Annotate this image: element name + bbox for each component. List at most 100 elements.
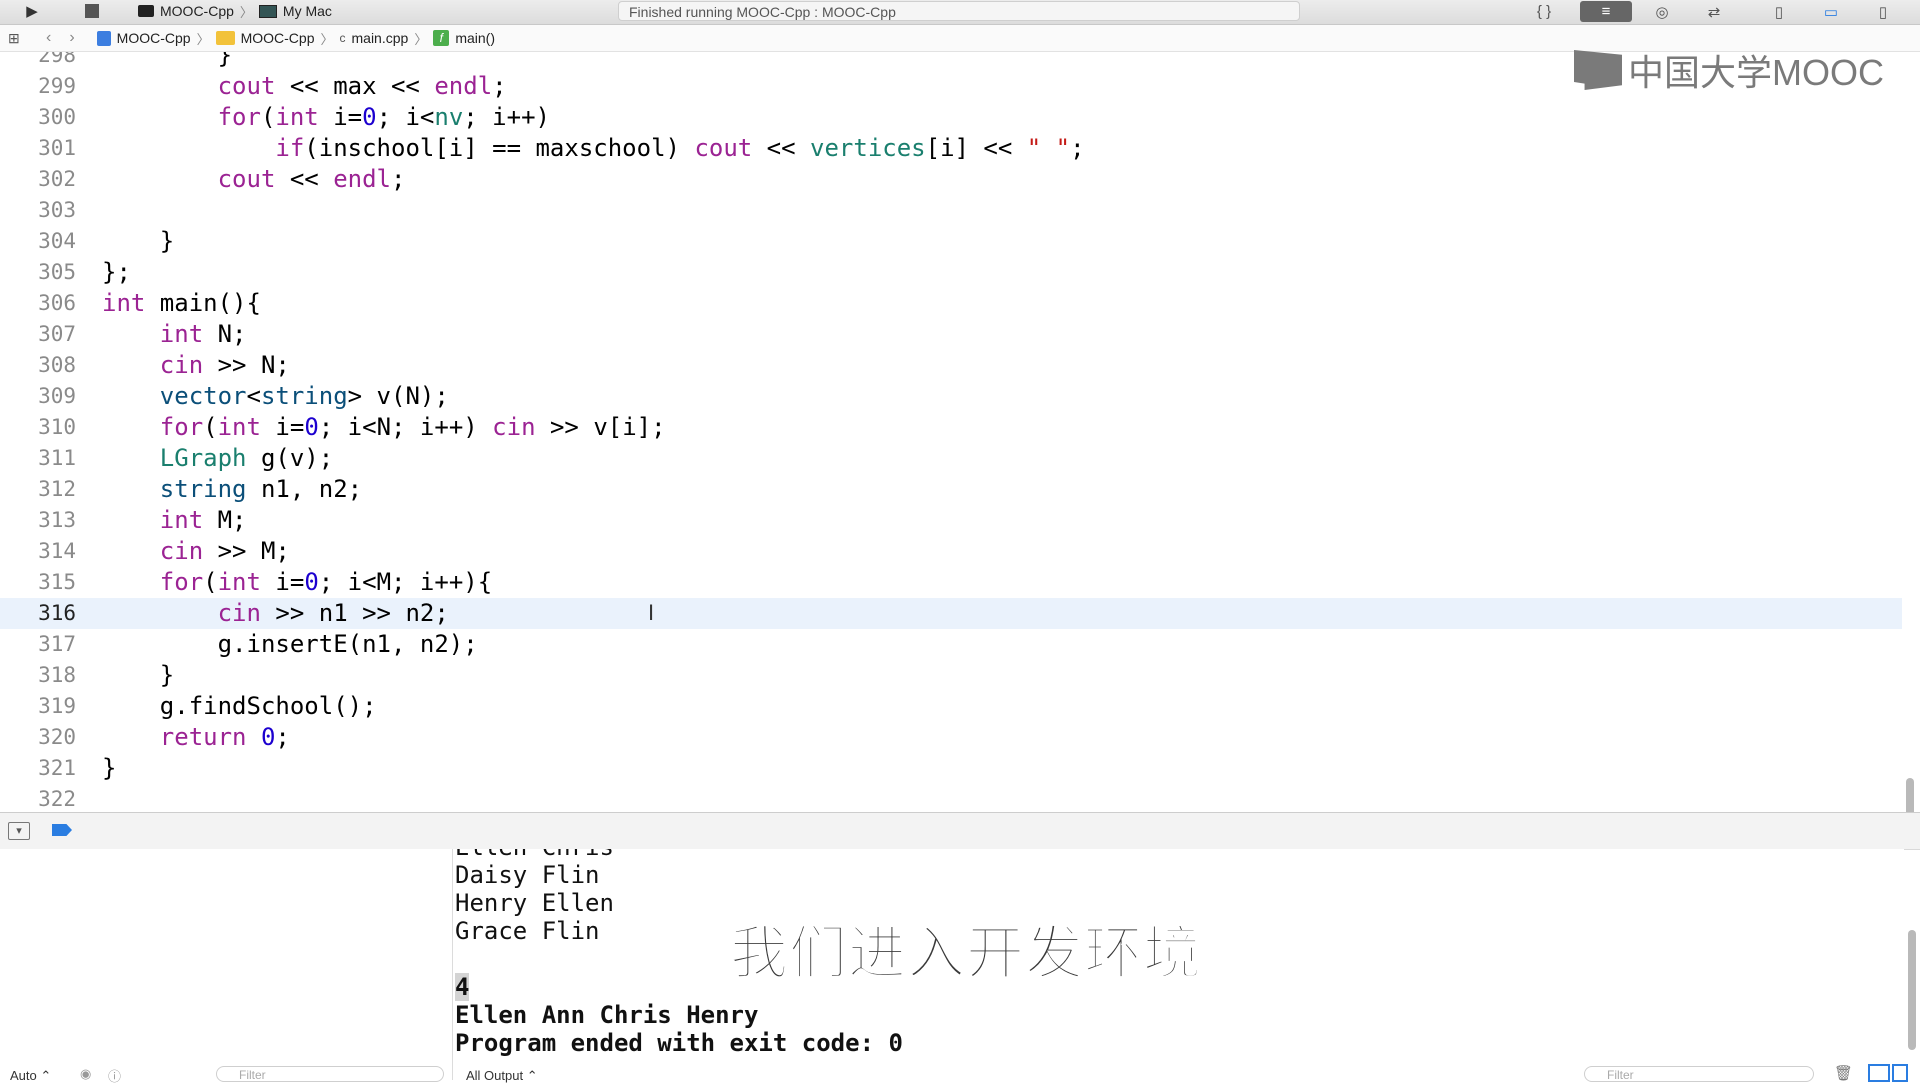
related-items-icon[interactable]: ⊞ (8, 30, 24, 47)
code-line: 306 int main(){ (0, 288, 1902, 319)
breadcrumb-folder[interactable]: MOOC-Cpp (241, 30, 315, 46)
line-number: 317 (38, 632, 76, 656)
breadcrumb: MOOC-Cpp 〉 MOOC-Cpp 〉 c main.cpp 〉 f mai… (96, 29, 495, 48)
code-line: 321} (0, 753, 1902, 784)
code-line: 308 cin >> N; (0, 350, 1902, 381)
back-icon[interactable]: ‹ (46, 29, 51, 47)
info-icon[interactable]: ⓘ (108, 1066, 121, 1085)
chevron-right-icon: 〉 (196, 31, 210, 47)
line-number: 314 (38, 539, 76, 563)
terminal-icon (138, 5, 154, 17)
breadcrumb-project[interactable]: MOOC-Cpp (117, 30, 191, 46)
console-scrollbar[interactable] (1908, 930, 1916, 1050)
code-text: for(int i=0; i<nv; i++) (217, 103, 550, 131)
console-line: Henry Ellen (455, 889, 614, 917)
code-text: int N; (159, 320, 247, 348)
breadcrumb-file[interactable]: main.cpp (352, 30, 409, 46)
code-line: 301 if(inschool[i] == maxschool) cout <<… (0, 133, 1902, 164)
current-code-line: 316 cin >> n1 >> n2; (0, 598, 1902, 629)
stop-icon (85, 4, 99, 18)
line-number: 316 (38, 601, 76, 625)
line-number: 322 (38, 787, 76, 811)
folder-icon (215, 31, 235, 45)
split-left-icon[interactable] (1868, 1064, 1890, 1082)
code-text: int main(){ (102, 289, 261, 317)
console-line: Daisy Flin (455, 861, 600, 889)
version-editor-icon[interactable]: ⇄ (1692, 1, 1736, 22)
code-line: 320 return 0; (0, 722, 1902, 753)
code-line: 305}; (0, 257, 1902, 288)
variables-pane (0, 849, 453, 1080)
scheme-target-label: MOOC-Cpp (160, 3, 234, 19)
code-text: LGraph g(v); (159, 444, 334, 472)
line-number: 318 (38, 663, 76, 687)
editor-scrollbar[interactable] (1906, 778, 1914, 812)
mooc-watermark: 中国大学MOOC (1574, 44, 1884, 96)
standard-editor-icon[interactable]: ≡ (1580, 1, 1632, 22)
breakpoints-toggle-icon[interactable] (52, 824, 72, 836)
code-line: 302 cout << endl; (0, 164, 1902, 195)
run-button[interactable]: ▶ (18, 0, 46, 22)
breadcrumb-function[interactable]: main() (455, 30, 495, 46)
line-number: 319 (38, 694, 76, 718)
code-line: 313 int M; (0, 505, 1902, 536)
line-number: 304 (38, 229, 76, 253)
assistant-editor-icon[interactable]: ◎ (1640, 1, 1684, 22)
variables-scope-select[interactable]: Auto ⌃ (10, 1068, 51, 1084)
cpp-file-icon: c (339, 31, 346, 45)
trash-icon[interactable]: 🗑 (1834, 1064, 1853, 1082)
code-text: g.insertE(n1, n2); (102, 630, 478, 658)
line-number: 303 (38, 198, 76, 222)
line-number: 310 (38, 415, 76, 439)
text-cursor-icon: I (648, 600, 655, 625)
line-number: 306 (38, 291, 76, 315)
line-number: 313 (38, 508, 76, 532)
line-number: 307 (38, 322, 76, 346)
code-line: 314 cin >> M; (0, 536, 1902, 567)
line-number: 301 (38, 136, 76, 160)
code-text: string n1, n2; (159, 475, 363, 503)
output-select[interactable]: All Output ⌃ (466, 1068, 538, 1084)
activity-status: Finished running MOOC-Cpp : MOOC-Cpp (618, 1, 1300, 21)
debug-area-toggle-icon[interactable]: ▭ (1810, 1, 1852, 22)
utilities-toggle-icon[interactable]: ▯ (1862, 1, 1904, 22)
code-text: cin >> N; (159, 351, 290, 379)
line-number: 309 (38, 384, 76, 408)
code-text: for(int i=0; i<M; i++){ (159, 568, 493, 596)
code-line: 322 (0, 784, 1902, 812)
console-input-value: 4 (455, 973, 470, 1001)
scheme-selector[interactable]: MOOC-Cpp 〉 My Mac (138, 1, 332, 21)
play-icon: ▶ (26, 3, 38, 20)
console-line: Ellen Chris (455, 849, 614, 861)
code-line: 319 g.findSchool(); (0, 691, 1902, 722)
code-text: g.findSchool(); (102, 692, 377, 720)
function-icon: f (433, 30, 450, 46)
line-number: 302 (38, 167, 76, 191)
stop-button[interactable] (78, 0, 106, 22)
code-text: } (102, 227, 175, 255)
code-text: return 0; (159, 723, 290, 751)
code-line: 315 for(int i=0; i<M; i++){ (0, 567, 1902, 598)
forward-icon[interactable]: › (69, 29, 74, 47)
code-line: 300 for(int i=0; i<nv; i++) (0, 102, 1902, 133)
chevron-right-icon: 〉 (239, 4, 253, 20)
line-number: 320 (38, 725, 76, 749)
navigator-toggle-icon[interactable]: ▯ (1758, 1, 1800, 22)
code-line: 307 int N; (0, 319, 1902, 350)
chevron-right-icon: 〉 (320, 31, 334, 47)
code-line: 311 LGraph g(v); (0, 443, 1902, 474)
braces-icon[interactable]: { } (1522, 1, 1566, 22)
console-line: Program ended with exit code: 0 (455, 1029, 903, 1057)
line-number: 299 (38, 74, 76, 98)
video-subtitle: 我们进入开发环境 (729, 920, 1203, 987)
source-editor[interactable]: 298 } 299 cout << max << endl; 300 for(i… (0, 52, 1920, 812)
hide-debug-area-icon[interactable]: ▾ (8, 822, 30, 840)
code-text: vector<string> v(N); (159, 382, 449, 410)
split-right-icon[interactable] (1892, 1064, 1908, 1082)
chevron-right-icon: 〉 (414, 31, 428, 47)
mooc-logo-icon (1574, 50, 1622, 90)
line-number: 321 (38, 756, 76, 780)
line-number: 298 (38, 52, 76, 67)
code-text: } (102, 754, 117, 782)
code-line: 318 } (0, 660, 1902, 691)
